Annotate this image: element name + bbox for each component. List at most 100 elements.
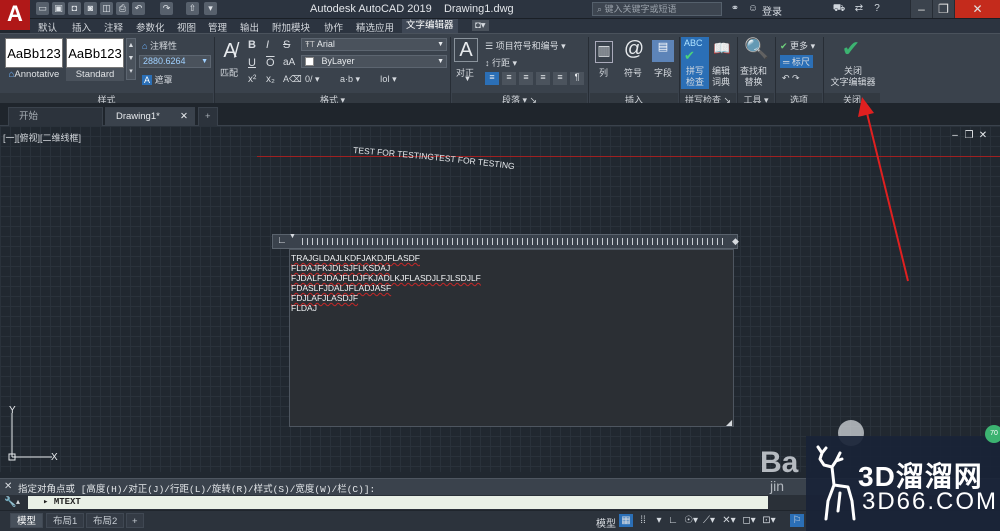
line-spacing-button[interactable]: ↕ 行距 ▾: [485, 56, 517, 69]
tab-output[interactable]: 输出: [240, 20, 259, 34]
application-menu-logo[interactable]: A: [0, 0, 30, 30]
model-space-button[interactable]: 模型: [596, 515, 616, 530]
layout1-tab[interactable]: 布局1: [46, 513, 85, 528]
search-input[interactable]: ⌕ 键入关键字或短语: [592, 2, 722, 16]
close-window-button[interactable]: ✕: [954, 0, 1000, 18]
find-replace-icon[interactable]: 🔍: [744, 38, 769, 60]
undo-icon[interactable]: ↶: [132, 2, 145, 15]
close-editor-check-icon[interactable]: ✔: [838, 36, 864, 62]
login-button[interactable]: 登录: [762, 3, 782, 18]
tab-view[interactable]: 视图: [177, 20, 196, 34]
style-swatch-annotative[interactable]: AaBb123: [5, 38, 63, 68]
object-snap-tracking-icon[interactable]: ✕▾: [722, 514, 736, 527]
color-dropdown[interactable]: ByLayer ▼: [301, 55, 447, 68]
overline-button[interactable]: O: [266, 57, 275, 69]
web-mobile-icon[interactable]: ◫: [100, 2, 113, 15]
symbol-icon[interactable]: @: [622, 38, 646, 60]
user-icon[interactable]: ☺: [746, 2, 760, 16]
italic-button[interactable]: I: [266, 39, 269, 51]
tab-collaborate[interactable]: 协作: [324, 20, 343, 34]
snap-dropdown-icon[interactable]: ▾: [652, 514, 666, 527]
justify-align-icon[interactable]: ≡: [536, 72, 550, 85]
cart-icon[interactable]: ⛟: [832, 2, 846, 16]
save-icon[interactable]: ◘: [68, 2, 81, 15]
restore-button[interactable]: ❐: [932, 0, 954, 18]
undo-redo-icons[interactable]: ↶ ↷: [782, 73, 800, 84]
share-icon[interactable]: ⇧: [186, 2, 199, 15]
grid-icon[interactable]: ▦: [619, 514, 633, 527]
tracking-icon[interactable]: a·b ▾: [340, 74, 360, 85]
text-height-input[interactable]: 2880.6264 ▼: [139, 55, 211, 68]
tab-stop-icon[interactable]: ∟: [277, 235, 287, 246]
tab-text-editor[interactable]: 文字编辑器: [402, 19, 458, 33]
drawing1-tab[interactable]: Drawing1* ✕: [105, 107, 195, 126]
mask-button[interactable]: A 遮罩: [142, 73, 173, 86]
tab-parametric[interactable]: 参数化: [136, 20, 165, 34]
osnap-icon[interactable]: ◻▾: [742, 514, 756, 527]
font-dropdown[interactable]: ŦT Arial ▼: [301, 38, 447, 51]
align-right-icon[interactable]: ≡: [519, 72, 533, 85]
justify-dropdown-icon[interactable]: ▼: [464, 76, 471, 83]
tab-insert[interactable]: 插入: [72, 20, 91, 34]
bullets-button[interactable]: ☰ 项目符号和编号 ▾: [485, 39, 566, 52]
minimize-button[interactable]: –: [910, 0, 932, 18]
polar-icon[interactable]: ☉▾: [684, 514, 698, 527]
tab-addins[interactable]: 附加模块: [272, 20, 310, 34]
recent-commands-icon[interactable]: ▴: [16, 497, 20, 506]
align-center-icon[interactable]: ≡: [502, 72, 516, 85]
style-gallery-scroll[interactable]: ▲ ▼ ▾: [126, 38, 136, 80]
ruler-button[interactable]: ═ 标尺: [780, 55, 813, 68]
exchange-icon[interactable]: ⇄: [852, 2, 866, 16]
superscript-icon[interactable]: x²: [248, 74, 256, 85]
align-left-icon[interactable]: ≡: [485, 72, 499, 85]
binoculars-icon[interactable]: ⚭: [728, 2, 742, 16]
print-icon[interactable]: ⎙: [116, 2, 129, 15]
model-tab[interactable]: 模型: [10, 513, 44, 528]
strikethrough-button[interactable]: S: [283, 39, 290, 51]
open-icon[interactable]: ▣: [52, 2, 65, 15]
qat-dropdown-icon[interactable]: ▾: [204, 2, 217, 15]
viewport-close-icon[interactable]: ✕: [978, 131, 988, 141]
underline-button[interactable]: U: [248, 57, 256, 69]
more-button[interactable]: ✔ 更多 ▾: [780, 39, 815, 52]
bold-button[interactable]: B: [248, 39, 256, 51]
tab-featured-apps[interactable]: 精选应用: [356, 20, 394, 34]
indent-marker-icon[interactable]: ▼: [289, 233, 296, 240]
tab-annotate[interactable]: 注释: [104, 20, 123, 34]
field-icon[interactable]: ▤: [652, 40, 674, 62]
case-icon[interactable]: aA: [283, 57, 295, 68]
close-editor-button[interactable]: 关闭 文字编辑器: [829, 66, 877, 88]
save-as-icon[interactable]: ◙: [84, 2, 97, 15]
mtext-content[interactable]: TRAJGLDAJLKDFJAKDJFLASDF FLDAJFKJDLSJFLK…: [291, 253, 591, 313]
width-factor-icon[interactable]: ǀoǀ ▾: [380, 74, 397, 85]
redo-icon[interactable]: ↷: [160, 2, 173, 15]
isodraft-icon[interactable]: ⟋▾: [702, 514, 716, 527]
close-tab-icon[interactable]: ✕: [180, 108, 188, 125]
justify-icon[interactable]: A: [454, 38, 478, 62]
viewport-controls[interactable]: [一][俯视][二维线框]: [3, 131, 81, 144]
columns-icon[interactable]: ▥: [595, 41, 613, 63]
viewport-restore-icon[interactable]: ❐: [964, 131, 974, 141]
new-tab-button[interactable]: +: [198, 107, 218, 126]
wrench-icon[interactable]: 🔧: [4, 497, 16, 508]
distribute-icon[interactable]: ≡: [553, 72, 567, 85]
ruler-resize-handle[interactable]: ◆: [732, 236, 739, 247]
add-layout-button[interactable]: +: [126, 513, 144, 528]
layout2-tab[interactable]: 布局2: [86, 513, 125, 528]
oblique-icon[interactable]: 0/ ▾: [305, 74, 320, 85]
tab-manage[interactable]: 管理: [208, 20, 227, 34]
viewport-minimize-icon[interactable]: –: [950, 131, 960, 141]
match-properties-icon[interactable]: A̸: [218, 40, 242, 62]
annotative-toggle[interactable]: ⌂ 注释性: [142, 39, 177, 52]
new-icon[interactable]: ▭: [36, 2, 49, 15]
style-swatch-standard[interactable]: AaBb123: [66, 38, 124, 68]
tab-default[interactable]: 默认: [38, 20, 57, 34]
start-tab[interactable]: 开始: [8, 107, 103, 126]
clear-format-icon[interactable]: A⌫: [283, 74, 302, 85]
resize-grip-icon[interactable]: ◢: [726, 418, 732, 427]
close-command-icon[interactable]: ✕: [4, 481, 12, 492]
help-icon[interactable]: ?: [870, 2, 884, 16]
annotation-scale-icon[interactable]: ⚐: [790, 514, 804, 527]
lineweight-icon[interactable]: ⊡▾: [762, 514, 776, 527]
command-input[interactable]: ▸ MTEXT: [28, 496, 768, 509]
